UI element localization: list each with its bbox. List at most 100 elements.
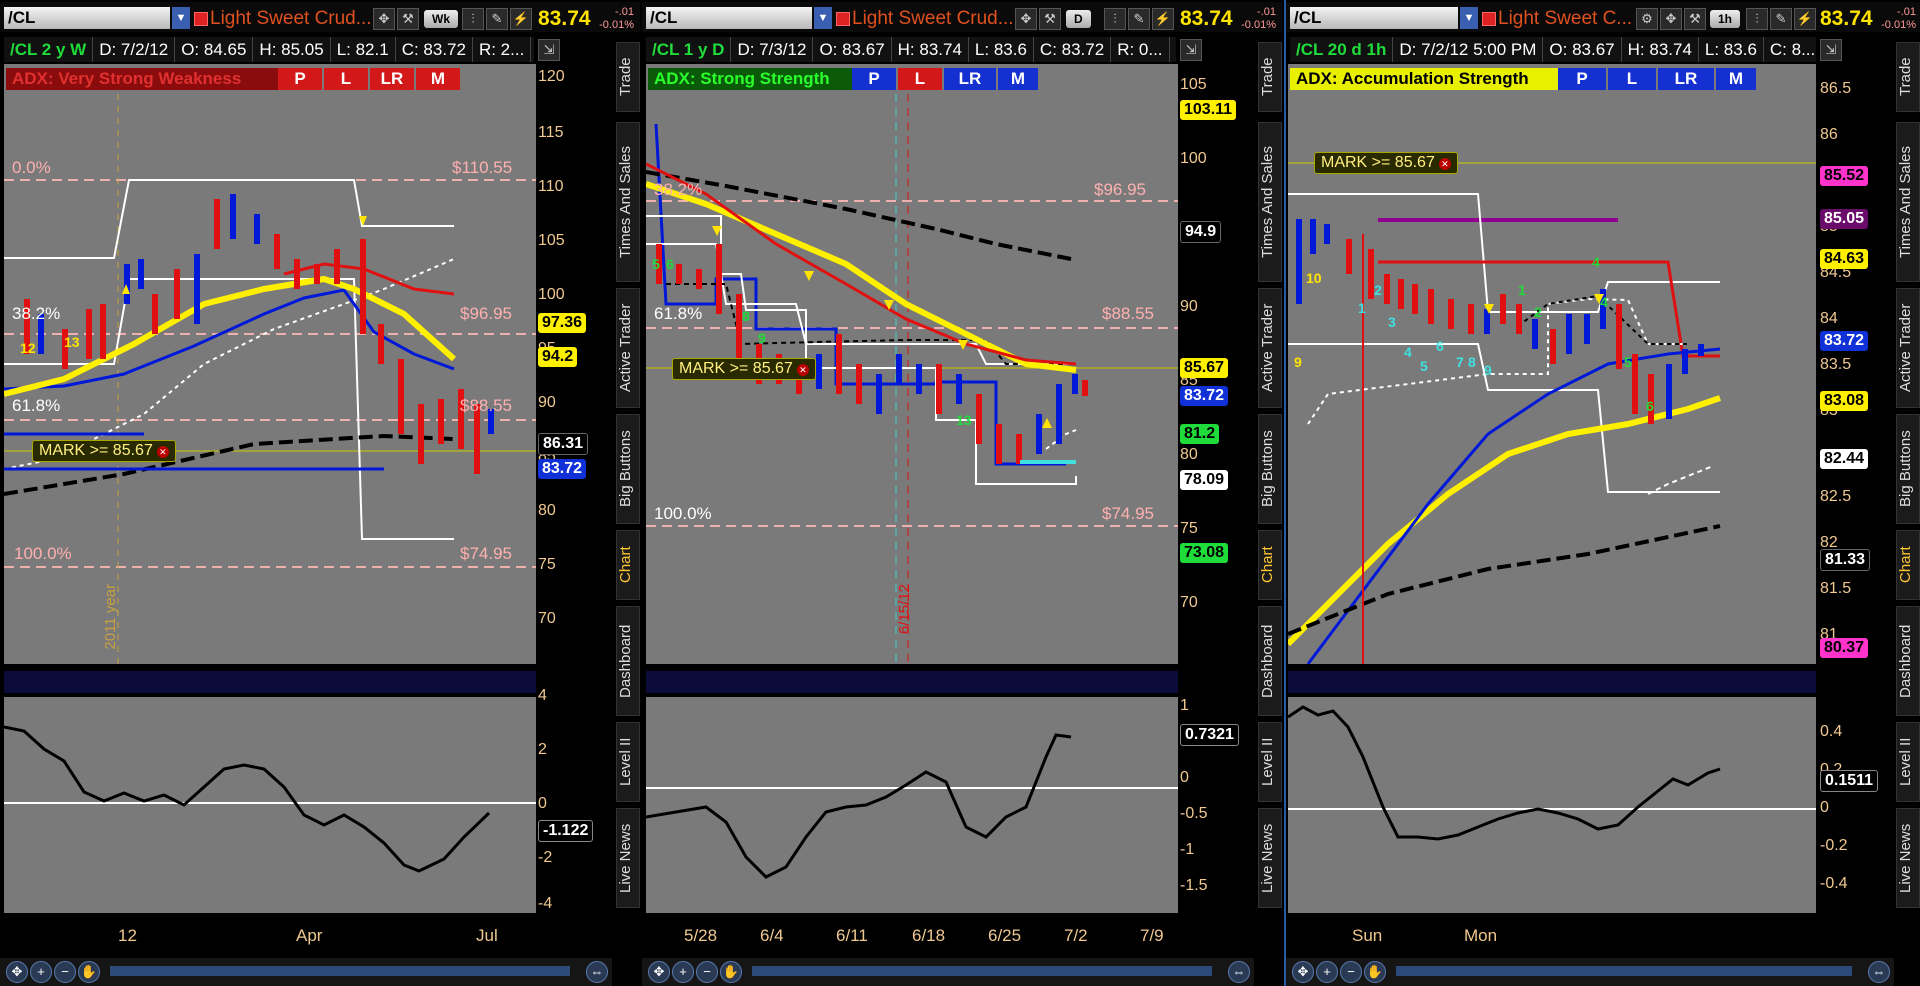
mark-alert[interactable]: MARK >= 85.67 ✕ bbox=[32, 440, 176, 462]
study-icon[interactable]: ⚡ bbox=[1152, 8, 1174, 30]
wrench-icon[interactable]: ⚒ bbox=[1039, 8, 1061, 30]
tab-chart[interactable]: Chart bbox=[616, 530, 640, 600]
tab-live-news[interactable]: Live News bbox=[1896, 808, 1920, 908]
bar-style-icon[interactable]: ⫶ bbox=[462, 8, 484, 30]
tab-live-news[interactable]: Live News bbox=[616, 808, 640, 908]
symbol-input[interactable]: /CL bbox=[646, 7, 812, 29]
zoom-in-icon[interactable]: + bbox=[672, 961, 694, 983]
symbol-input[interactable]: /CL bbox=[1290, 7, 1458, 29]
drawing-pencil-icon[interactable]: ✎ bbox=[1770, 8, 1792, 30]
timeframe-button[interactable]: D bbox=[1066, 10, 1091, 28]
zoom-out-icon[interactable]: − bbox=[1340, 961, 1362, 983]
tab-times-and-sales[interactable]: Times And Sales bbox=[1258, 122, 1282, 282]
price-plot[interactable]: ADX: Accumulation Strength P L LR M MARK >= … bbox=[1288, 64, 1816, 664]
tab-level-ii[interactable]: Level II bbox=[1258, 722, 1282, 802]
zoom-out-icon[interactable]: − bbox=[696, 961, 718, 983]
tab-trade[interactable]: Trade bbox=[1896, 42, 1920, 112]
study-icon[interactable]: ⚡ bbox=[1794, 8, 1816, 30]
lower-study-plot[interactable] bbox=[646, 697, 1178, 913]
hand-icon[interactable]: ✋ bbox=[720, 961, 742, 983]
tab-level-ii[interactable]: Level II bbox=[1896, 722, 1920, 802]
tab-level-ii[interactable]: Level II bbox=[616, 722, 640, 802]
pan-icon[interactable]: ✥ bbox=[1292, 961, 1314, 983]
close-icon[interactable]: ✕ bbox=[1438, 158, 1451, 170]
tab-live-news[interactable]: Live News bbox=[1258, 808, 1282, 908]
tab-times-and-sales[interactable]: Times And Sales bbox=[1896, 122, 1920, 282]
tab-active-trader[interactable]: Active Trader bbox=[616, 288, 640, 408]
drawing-pencil-icon[interactable]: ✎ bbox=[486, 8, 508, 30]
tab-active-trader[interactable]: Active Trader bbox=[1896, 288, 1920, 408]
bar-style-icon[interactable]: ⫶ bbox=[1746, 8, 1768, 30]
symbol-input[interactable]: /CL bbox=[4, 7, 170, 29]
time-scrollbar[interactable] bbox=[110, 966, 570, 976]
adx-button-l[interactable]: L bbox=[898, 68, 942, 90]
lower-study-plot[interactable] bbox=[4, 697, 536, 913]
crosshair-icon[interactable]: ✥ bbox=[1015, 8, 1037, 30]
gear-icon[interactable]: ⚙ bbox=[1636, 8, 1658, 30]
collapse-icon[interactable]: ⇲ bbox=[1820, 39, 1842, 61]
crosshair-icon[interactable]: ✥ bbox=[373, 8, 395, 30]
timeframe-button[interactable]: 1h bbox=[1710, 10, 1741, 28]
adx-button-p[interactable]: P bbox=[852, 68, 896, 90]
price-plot[interactable]: ADX: Very Strong Weakness P L LR M 0.0% $110… bbox=[4, 64, 536, 664]
tab-big-buttons[interactable]: Big Buttons bbox=[616, 414, 640, 524]
adx-button-m[interactable]: M bbox=[998, 68, 1038, 90]
adx-button-p[interactable]: P bbox=[1558, 68, 1606, 90]
expand-icon[interactable]: ⇔ bbox=[586, 961, 608, 983]
mark-alert[interactable]: MARK >= 85.67 ✕ bbox=[1314, 152, 1458, 174]
tab-dashboard[interactable]: Dashboard bbox=[1258, 606, 1282, 716]
adx-button-m[interactable]: M bbox=[1716, 68, 1756, 90]
tab-big-buttons[interactable]: Big Buttons bbox=[1896, 414, 1920, 524]
collapse-icon[interactable]: ⇲ bbox=[1180, 39, 1202, 61]
tab-trade[interactable]: Trade bbox=[616, 42, 640, 112]
pan-icon[interactable]: ✥ bbox=[6, 961, 28, 983]
count-label: 5 bbox=[1420, 358, 1428, 374]
adx-button-lr[interactable]: LR bbox=[1658, 68, 1714, 90]
adx-button-l[interactable]: L bbox=[1608, 68, 1656, 90]
info-open: O: 84.65 bbox=[175, 37, 254, 62]
adx-button-l[interactable]: L bbox=[324, 68, 368, 90]
adx-button-p[interactable]: P bbox=[278, 68, 322, 90]
study-icon[interactable]: ⚡ bbox=[510, 8, 532, 30]
close-icon[interactable]: ✕ bbox=[156, 446, 169, 458]
symbol-dropdown-icon[interactable]: ▼ bbox=[1460, 7, 1478, 29]
tab-chart[interactable]: Chart bbox=[1896, 530, 1920, 600]
expand-icon[interactable]: ⇔ bbox=[1228, 961, 1250, 983]
timeframe-button[interactable]: Wk bbox=[424, 10, 458, 28]
tab-times-and-sales[interactable]: Times And Sales bbox=[616, 122, 640, 282]
link-color-icon[interactable] bbox=[1482, 12, 1496, 26]
tab-dashboard[interactable]: Dashboard bbox=[1896, 606, 1920, 716]
symbol-dropdown-icon[interactable]: ▼ bbox=[172, 7, 190, 29]
tab-dashboard[interactable]: Dashboard bbox=[616, 606, 640, 716]
wrench-icon[interactable]: ⚒ bbox=[1684, 8, 1706, 30]
link-color-icon[interactable] bbox=[836, 12, 850, 26]
bar-style-icon[interactable]: ⫶ bbox=[1104, 8, 1126, 30]
time-scrollbar[interactable] bbox=[752, 966, 1212, 976]
symbol-dropdown-icon[interactable]: ▼ bbox=[814, 7, 832, 29]
zoom-out-icon[interactable]: − bbox=[54, 961, 76, 983]
drawing-pencil-icon[interactable]: ✎ bbox=[1128, 8, 1150, 30]
expand-icon[interactable]: ⇔ bbox=[1868, 961, 1890, 983]
tab-big-buttons[interactable]: Big Buttons bbox=[1258, 414, 1282, 524]
tab-chart[interactable]: Chart bbox=[1258, 530, 1282, 600]
hand-icon[interactable]: ✋ bbox=[1364, 961, 1386, 983]
pan-icon[interactable]: ✥ bbox=[648, 961, 670, 983]
tab-active-trader[interactable]: Active Trader bbox=[1258, 288, 1282, 408]
lower-study-plot[interactable] bbox=[1288, 697, 1816, 913]
wrench-icon[interactable]: ⚒ bbox=[397, 8, 419, 30]
collapse-icon[interactable]: ⇲ bbox=[538, 39, 560, 61]
close-icon[interactable]: ✕ bbox=[796, 364, 809, 376]
adx-button-lr[interactable]: LR bbox=[370, 68, 414, 90]
tab-trade[interactable]: Trade bbox=[1258, 42, 1282, 112]
link-color-icon[interactable] bbox=[194, 12, 208, 26]
adx-button-lr[interactable]: LR bbox=[944, 68, 996, 90]
zoom-in-icon[interactable]: + bbox=[30, 961, 52, 983]
zoom-in-icon[interactable]: + bbox=[1316, 961, 1338, 983]
price-plot[interactable]: ADX: Strong Strength P L LR M 38.2% $96.95 6… bbox=[646, 64, 1178, 664]
mark-alert[interactable]: MARK >= 85.67 ✕ bbox=[672, 358, 816, 380]
crosshair-icon[interactable]: ✥ bbox=[1660, 8, 1682, 30]
lower-study-header bbox=[646, 671, 1178, 693]
hand-icon[interactable]: ✋ bbox=[78, 961, 100, 983]
adx-button-m[interactable]: M bbox=[416, 68, 460, 90]
time-scrollbar[interactable] bbox=[1396, 966, 1852, 976]
